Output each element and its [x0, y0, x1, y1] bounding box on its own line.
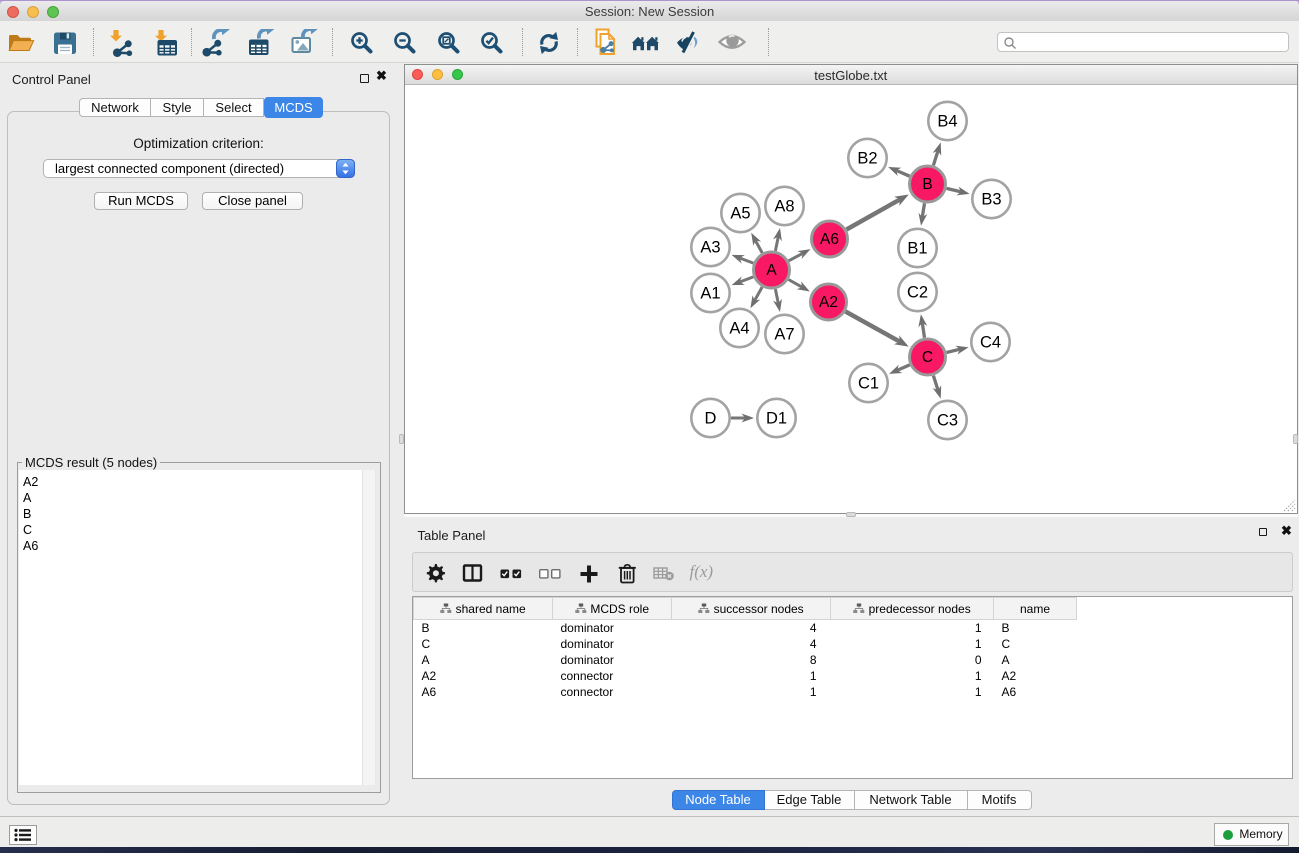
svg-text:B2: B2	[857, 149, 877, 167]
svg-text:A6: A6	[820, 231, 839, 248]
svg-text:B: B	[922, 176, 932, 193]
svg-text:B3: B3	[981, 190, 1001, 208]
svg-text:A4: A4	[729, 319, 749, 337]
svg-text:A5: A5	[730, 204, 750, 222]
svg-text:B1: B1	[907, 239, 927, 257]
svg-text:B4: B4	[937, 112, 957, 130]
svg-text:C3: C3	[936, 411, 957, 429]
svg-text:C4: C4	[979, 333, 1000, 351]
svg-text:A: A	[766, 262, 777, 279]
svg-text:D: D	[704, 409, 716, 427]
svg-text:C2: C2	[906, 283, 927, 301]
svg-text:A2: A2	[819, 294, 838, 311]
svg-text:C: C	[921, 349, 932, 366]
svg-text:A3: A3	[700, 238, 720, 256]
svg-text:A1: A1	[700, 284, 720, 302]
svg-text:C1: C1	[857, 374, 878, 392]
svg-text:A7: A7	[774, 325, 794, 343]
svg-text:A8: A8	[774, 197, 794, 215]
svg-text:D1: D1	[765, 409, 786, 427]
